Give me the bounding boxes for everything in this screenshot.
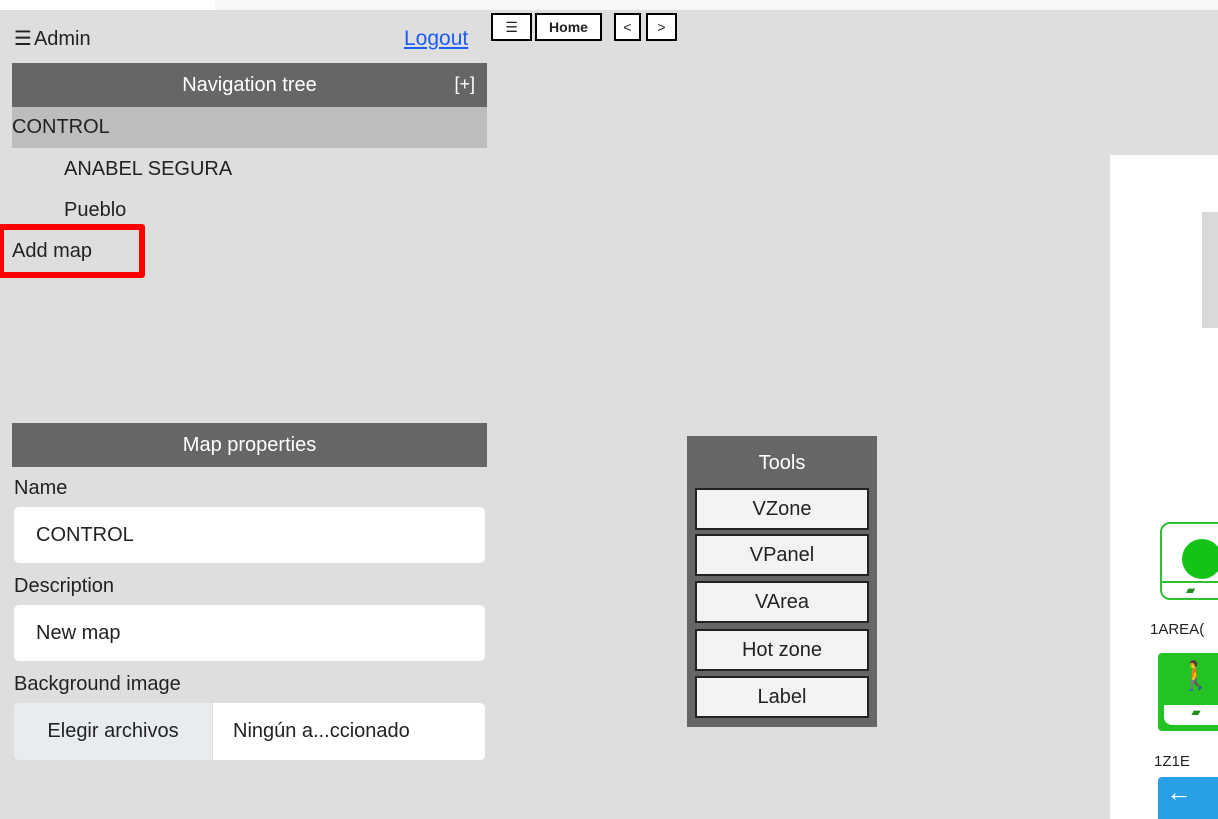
background-image-label: Background image <box>14 673 181 695</box>
logout-link[interactable]: Logout <box>404 27 468 51</box>
varea-button[interactable]: VArea <box>695 581 869 623</box>
choose-files-button[interactable]: Elegir archivos <box>14 703 213 760</box>
zone-item-label: 1Z1E <box>1154 753 1190 770</box>
next-button[interactable]: > <box>646 13 677 41</box>
label-button[interactable]: Label <box>695 676 869 718</box>
background-image-file-input[interactable]: Elegir archivos Ningún a...ccionado <box>14 703 485 760</box>
vpanel-button[interactable]: VPanel <box>695 534 869 576</box>
top-strip <box>0 0 1218 10</box>
area-item-label: 1AREA( <box>1150 621 1205 638</box>
menu-toggle-button[interactable]: ☰ <box>491 13 532 41</box>
top-strip-left <box>0 0 215 10</box>
tools-title: Tools <box>758 452 806 474</box>
previous-button[interactable]: < <box>614 13 641 41</box>
admin-label: Admin <box>33 28 91 50</box>
name-input[interactable]: CONTROL <box>14 507 485 563</box>
home-button[interactable]: Home <box>535 13 602 41</box>
walking-person-icon: 🚶 <box>1178 660 1213 691</box>
camera-icon: ▰ <box>1186 583 1196 597</box>
description-label: Description <box>14 575 115 597</box>
map-properties-header: Map properties <box>12 423 487 467</box>
hamburger-icon: ☰ <box>14 28 32 50</box>
green-status-icon[interactable]: ▰ <box>1160 522 1218 600</box>
top-strip-right <box>215 0 1218 10</box>
tree-item-anabel-segura[interactable]: ANABEL SEGURA <box>64 158 232 181</box>
exit-arrow-icon[interactable]: ← <box>1158 777 1218 819</box>
tree-item-control[interactable]: CONTROL <box>12 107 487 148</box>
description-input[interactable]: New map <box>14 605 485 661</box>
vzone-button[interactable]: VZone <box>695 488 869 530</box>
tree-item-pueblo[interactable]: Pueblo <box>64 199 126 222</box>
hot-zone-button[interactable]: Hot zone <box>695 629 869 671</box>
navigation-tree-title: Navigation tree <box>182 73 317 96</box>
file-status-text: Ningún a...ccionado <box>233 720 410 742</box>
canvas-placeholder-block <box>1202 212 1218 328</box>
status-dot-icon <box>1182 539 1218 579</box>
tree-item-label: CONTROL <box>12 116 110 138</box>
admin-menu[interactable]: ☰ Admin <box>14 26 91 51</box>
highlight-box <box>0 224 145 278</box>
camera-icon: ▰ <box>1164 705 1218 725</box>
name-label: Name <box>14 477 68 499</box>
running-man-icon[interactable]: 🚶 ▰ <box>1158 653 1218 731</box>
map-properties-title: Map properties <box>182 433 317 456</box>
navigation-tree-header: Navigation tree [+] <box>12 63 487 107</box>
tools-panel: Tools VZone VPanel VArea Hot zone Label <box>687 436 877 727</box>
expand-tree-button[interactable]: [+] <box>454 74 475 95</box>
map-canvas[interactable]: ▰ 1AREA( 🚶 ▰ 1Z1E ← <box>1110 155 1218 819</box>
